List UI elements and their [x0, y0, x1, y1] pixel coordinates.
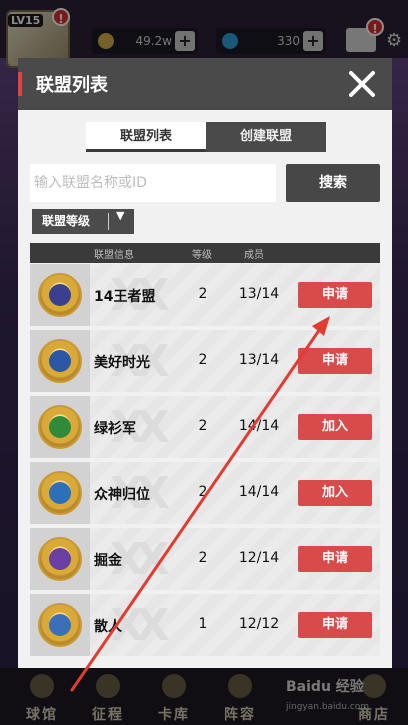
alliance-level: 1 — [198, 616, 208, 632]
dialog-title: 联盟列表 — [36, 75, 108, 96]
filter-label: 联盟等级 — [42, 214, 91, 228]
emblem-box — [30, 264, 90, 326]
dialog-header: 联盟列表 — [18, 58, 392, 110]
apply-button[interactable]: 申请 — [298, 348, 372, 374]
join-button[interactable]: 加入 — [298, 480, 372, 506]
alliance-name: 散人 — [94, 619, 122, 635]
alliance-members: 12/14 — [238, 550, 280, 566]
search-input[interactable] — [30, 164, 276, 202]
emblem-box — [30, 396, 90, 458]
alliance-name: 掘金 — [94, 553, 122, 569]
alliance-name: 14王者盟 — [94, 289, 156, 305]
alliance-emblem-icon — [38, 537, 82, 581]
column-members: 成员 — [244, 250, 264, 261]
column-alliance-info: 联盟信息 — [94, 250, 134, 261]
alliance-level: 2 — [198, 550, 208, 566]
tab-alliance-list[interactable]: 联盟列表 — [86, 122, 206, 152]
alliance-members: 13/14 — [238, 352, 280, 368]
filter-divider — [108, 213, 109, 230]
alliance-name: 美好时光 — [94, 355, 150, 371]
alliance-emblem-icon — [38, 339, 82, 383]
apply-button[interactable]: 申请 — [298, 282, 372, 308]
table-row[interactable]: XX 绿衫军 2 14/14 加入 — [30, 396, 380, 458]
apply-button[interactable]: 申请 — [298, 612, 372, 638]
search-button[interactable]: 搜索 — [286, 164, 380, 202]
close-button[interactable] — [344, 66, 380, 102]
alliance-level-filter[interactable]: 联盟等级 ▼ — [32, 209, 134, 234]
emblem-box — [30, 594, 90, 656]
alliance-members: 14/14 — [238, 418, 280, 434]
table-header: 联盟信息 等级 成员 — [30, 243, 380, 263]
table-row[interactable]: XX 掘金 2 12/14 申请 — [30, 528, 380, 590]
table-row[interactable]: XX 散人 1 12/12 申请 — [30, 594, 380, 656]
emblem-box — [30, 462, 90, 524]
table-row[interactable]: XX 14王者盟 2 13/14 申请 — [30, 264, 380, 326]
alliance-level: 2 — [198, 286, 208, 302]
header-accent — [18, 72, 22, 96]
table-row[interactable]: XX 美好时光 2 13/14 申请 — [30, 330, 380, 392]
alliance-emblem-icon — [38, 471, 82, 515]
alliance-level: 2 — [198, 484, 208, 500]
column-level: 等级 — [192, 250, 212, 261]
table-row[interactable]: XX 众神归位 2 14/14 加入 — [30, 462, 380, 524]
alliance-emblem-icon — [38, 273, 82, 317]
join-button[interactable]: 加入 — [298, 414, 372, 440]
alliance-members: 13/14 — [238, 286, 280, 302]
alliance-level: 2 — [198, 418, 208, 434]
alliance-rows: XX 14王者盟 2 13/14 申请 XX 美好时光 2 13/14 申请 X… — [30, 264, 380, 660]
alliance-name: 绿衫军 — [94, 421, 136, 437]
alliance-emblem-icon — [38, 603, 82, 647]
tab-create-alliance[interactable]: 创建联盟 — [206, 122, 326, 152]
close-icon — [349, 71, 375, 97]
emblem-box — [30, 528, 90, 590]
apply-button[interactable]: 申请 — [298, 546, 372, 572]
alliance-emblem-icon — [38, 405, 82, 449]
chevron-down-icon: ▼ — [116, 209, 125, 222]
alliance-list-dialog: 联盟列表 联盟列表 创建联盟 搜索 联盟等级 ▼ 联盟信息 等级 成员 XX 1… — [18, 58, 392, 668]
alliance-members: 12/12 — [238, 616, 280, 632]
alliance-name: 众神归位 — [94, 487, 150, 503]
emblem-box — [30, 330, 90, 392]
alliance-level: 2 — [198, 352, 208, 368]
alliance-members: 14/14 — [238, 484, 280, 500]
